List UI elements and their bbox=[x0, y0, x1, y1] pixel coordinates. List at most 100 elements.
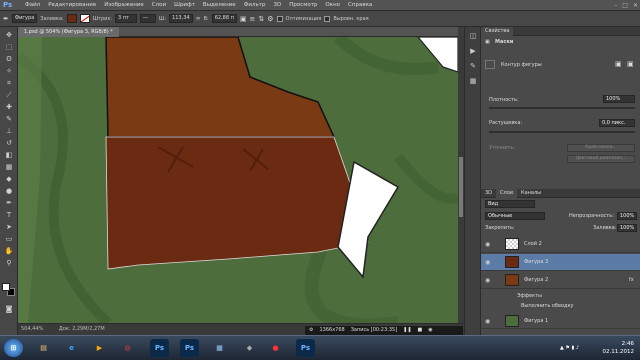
media-player-icon[interactable]: ▶ bbox=[90, 339, 109, 357]
chrome-icon[interactable]: ◎ bbox=[118, 339, 137, 357]
stroke-size-input[interactable]: 3 пт bbox=[115, 14, 138, 23]
history-panel-icon[interactable]: ◫ bbox=[468, 32, 478, 41]
menu-help[interactable]: Справка bbox=[348, 2, 372, 8]
layer-row[interactable]: ◉ Фигура 1 bbox=[481, 313, 640, 329]
eyedropper-icon[interactable]: ⟋ bbox=[4, 91, 14, 100]
swatches-panel-icon[interactable]: ▦ bbox=[468, 77, 478, 86]
mask-edge-button[interactable]: Край маски... bbox=[567, 144, 635, 152]
vector-mask-icon[interactable]: ▣ bbox=[627, 60, 634, 68]
record-icon[interactable]: ● bbox=[266, 339, 285, 357]
magic-wand-icon[interactable]: ✧ bbox=[4, 67, 14, 76]
brush-panel-icon[interactable]: ✎ bbox=[468, 62, 478, 71]
density-slider[interactable] bbox=[489, 107, 635, 109]
explorer-icon[interactable]: ▤ bbox=[34, 339, 53, 357]
crop-tool-icon[interactable]: ⌗ bbox=[4, 79, 14, 88]
minimize-icon[interactable]: – bbox=[614, 2, 617, 9]
tab-3d[interactable]: 3D bbox=[481, 190, 496, 196]
gear-icon[interactable]: ⚙ bbox=[267, 15, 273, 23]
app-icon[interactable]: ◆ bbox=[240, 339, 259, 357]
stop-icon[interactable]: ■ bbox=[418, 326, 423, 335]
stroke-type-select[interactable]: — bbox=[140, 14, 157, 23]
stroke-effect-label[interactable]: Выполнить обводку bbox=[521, 303, 573, 309]
pause-icon[interactable]: ❚❚ bbox=[403, 326, 411, 335]
hand-tool-icon[interactable]: ✋ bbox=[4, 247, 14, 256]
eraser-tool-icon[interactable]: ◧ bbox=[4, 151, 14, 160]
opacity-input[interactable]: 100% bbox=[617, 212, 637, 220]
menu-file[interactable]: Файл bbox=[25, 2, 40, 8]
stroke-color-swatch[interactable] bbox=[79, 14, 90, 23]
layer-filter-select[interactable]: Вид bbox=[485, 200, 535, 208]
eye-icon[interactable]: ◉ bbox=[485, 318, 490, 325]
brush-tool-icon[interactable]: ✎ bbox=[4, 115, 14, 124]
history-brush-icon[interactable]: ↺ bbox=[4, 139, 14, 148]
align-icon[interactable]: ≡ bbox=[250, 15, 256, 23]
start-button[interactable]: ⊞ bbox=[4, 339, 23, 357]
menu-select[interactable]: Выделение bbox=[203, 2, 236, 8]
move-tool-icon[interactable]: ✥ bbox=[4, 31, 14, 40]
folder-icon[interactable]: ▦ bbox=[210, 339, 229, 357]
ie-icon[interactable]: e bbox=[62, 339, 81, 357]
width-input[interactable]: 113,34 bbox=[169, 14, 193, 23]
menu-edit[interactable]: Редактирование bbox=[48, 2, 96, 8]
path-select-icon[interactable]: ➤ bbox=[4, 223, 14, 232]
feather-slider[interactable] bbox=[489, 131, 635, 133]
photoshop-taskbar-icon[interactable]: Ps bbox=[180, 339, 199, 357]
menu-filter[interactable]: Фильтр bbox=[244, 2, 266, 8]
density-input[interactable]: 100% bbox=[603, 95, 635, 103]
auto-checkbox[interactable] bbox=[276, 15, 283, 22]
color-range-button[interactable]: Цветовой диапазон... bbox=[567, 155, 635, 163]
camera-icon[interactable]: ◉ bbox=[428, 326, 432, 335]
shape-mask-icon[interactable] bbox=[485, 60, 495, 69]
fill-color-swatch[interactable] bbox=[66, 14, 77, 23]
eye-icon[interactable]: ◉ bbox=[485, 259, 490, 266]
layer-row[interactable]: ◉ Фигура 2 fx bbox=[481, 272, 640, 289]
gradient-tool-icon[interactable]: ▦ bbox=[4, 163, 14, 172]
fill-input[interactable]: 100% bbox=[617, 224, 637, 232]
shape-tool-icon[interactable]: ▭ bbox=[4, 235, 14, 244]
close-icon[interactable]: ✕ bbox=[633, 2, 638, 9]
menu-3d[interactable]: 3D bbox=[273, 2, 281, 8]
actions-panel-icon[interactable]: ▶ bbox=[468, 47, 478, 56]
zoom-level[interactable]: 504,44% bbox=[21, 326, 43, 332]
menu-type[interactable]: Шрифт bbox=[174, 2, 195, 8]
layer-row-selected[interactable]: ◉ Фигура 3 bbox=[481, 254, 640, 271]
pen-tool-icon[interactable]: ✒ bbox=[3, 15, 9, 23]
eye-icon[interactable]: ◉ bbox=[485, 277, 490, 284]
lasso-tool-icon[interactable]: ʘ bbox=[4, 55, 14, 64]
photoshop-taskbar-icon[interactable]: Ps bbox=[296, 339, 315, 357]
dodge-tool-icon[interactable]: ● bbox=[4, 187, 14, 196]
tray-icons[interactable]: ▲ ⚑ ▮ ♪ bbox=[560, 345, 579, 351]
pixel-mask-icon[interactable]: ▣ bbox=[615, 60, 622, 68]
zoom-tool-icon[interactable]: ⚲ bbox=[4, 259, 14, 268]
align-edges-checkbox[interactable] bbox=[324, 15, 331, 22]
link-icon[interactable]: ∞ bbox=[196, 15, 201, 22]
height-input[interactable]: 62,88 п bbox=[211, 14, 237, 23]
photoshop-taskbar-icon[interactable]: Ps bbox=[150, 339, 169, 357]
path-ops-icon[interactable]: ▣ bbox=[240, 15, 247, 23]
healing-brush-icon[interactable]: ✚ bbox=[4, 103, 14, 112]
canvas[interactable] bbox=[18, 37, 458, 323]
eye-icon[interactable]: ◉ bbox=[485, 241, 490, 248]
menu-layers[interactable]: Слои bbox=[152, 2, 166, 8]
menu-image[interactable]: Изображение bbox=[104, 2, 144, 8]
layer-row[interactable]: ◉ Слой 2 bbox=[481, 236, 640, 253]
tab-channels[interactable]: Каналы bbox=[517, 190, 545, 196]
tab-properties[interactable]: Свойства bbox=[481, 27, 514, 36]
tab-layers[interactable]: Слои bbox=[496, 189, 518, 198]
blur-tool-icon[interactable]: ◆ bbox=[4, 175, 14, 184]
quick-mask-icon[interactable]: ◙ bbox=[4, 305, 14, 314]
effects-label[interactable]: Эффекты bbox=[517, 293, 542, 299]
feather-input[interactable]: 0,0 пикс. bbox=[599, 119, 635, 127]
fx-icon[interactable]: fx bbox=[629, 277, 634, 283]
shape-mode-select[interactable]: Фигура bbox=[11, 14, 38, 23]
arrange-icon[interactable]: ⇅ bbox=[258, 15, 264, 23]
stamp-tool-icon[interactable]: ⊥ bbox=[4, 127, 14, 136]
type-tool-icon[interactable]: T bbox=[4, 211, 14, 220]
pen-tool-icon[interactable]: ✒ bbox=[4, 199, 14, 208]
blend-mode-select[interactable]: Обычные bbox=[485, 212, 545, 220]
document-tab[interactable]: 1.psd @ 504% (Фигура 3, RGB/8) * bbox=[18, 27, 119, 37]
menu-view[interactable]: Просмотр bbox=[289, 2, 317, 8]
maximize-icon[interactable]: □ bbox=[622, 2, 628, 9]
marquee-tool-icon[interactable]: ⬚ bbox=[4, 43, 14, 52]
scroll-thumb[interactable] bbox=[459, 157, 463, 217]
